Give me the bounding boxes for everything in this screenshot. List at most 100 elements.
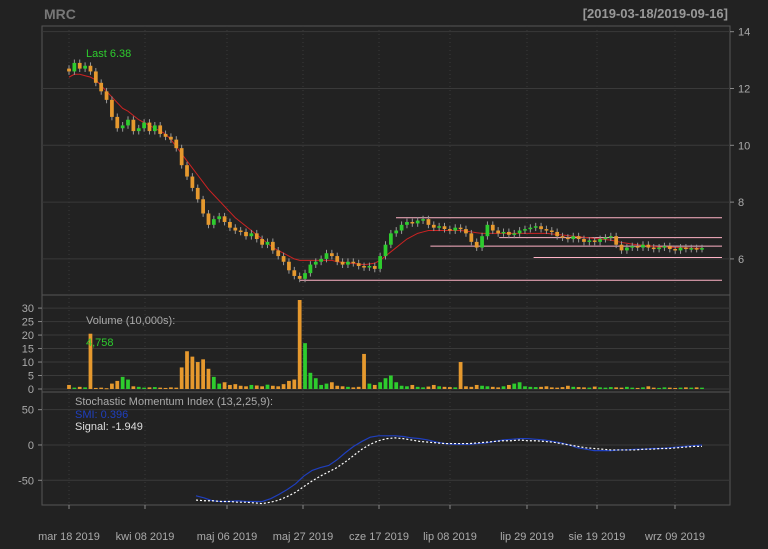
candle-body xyxy=(539,226,543,230)
volume-bar xyxy=(528,386,533,389)
volume-bar xyxy=(641,387,645,389)
candle-body xyxy=(480,236,484,248)
volume-bar xyxy=(136,386,141,389)
candle-body xyxy=(442,226,447,230)
candle-body xyxy=(485,224,490,237)
volume-bar xyxy=(507,384,511,389)
volume-bar xyxy=(512,383,517,389)
candle-body xyxy=(533,226,538,228)
candle-body xyxy=(179,148,184,166)
candle-body xyxy=(265,241,270,245)
volume-bar xyxy=(678,387,683,389)
candle-body xyxy=(201,199,205,214)
volume-bar xyxy=(195,362,200,389)
x-axis-tick: kwi 08 2019 xyxy=(116,531,175,543)
volume-bar xyxy=(619,387,624,389)
candle-body xyxy=(367,266,372,268)
x-axis-tick: maj 27 2019 xyxy=(273,531,334,543)
volume-bar xyxy=(201,359,205,389)
volume-bar xyxy=(233,384,238,389)
volume-bar xyxy=(190,356,195,389)
volume-bar xyxy=(367,383,372,389)
volume-bar xyxy=(635,387,640,389)
volume-bar xyxy=(630,387,635,389)
price-axis-tick: 12 xyxy=(738,83,750,95)
volume-bar xyxy=(560,387,565,389)
candle-body xyxy=(287,261,291,271)
candle-body xyxy=(383,244,388,257)
candle-body xyxy=(549,230,554,233)
candle-body xyxy=(469,233,474,242)
candle-body xyxy=(415,220,420,224)
candle-body xyxy=(249,233,254,237)
volume-bar xyxy=(93,387,98,389)
smi-value-label: SMI: 0.396 xyxy=(75,409,128,421)
volume-bar xyxy=(694,387,699,389)
volume-bar xyxy=(217,383,222,389)
volume-bar xyxy=(388,375,393,389)
volume-bar xyxy=(405,386,409,389)
volume-bar xyxy=(83,387,87,389)
candle-body xyxy=(319,258,324,262)
volume-bar xyxy=(625,386,629,389)
candle-body xyxy=(571,236,576,240)
x-axis-tick: lip 29 2019 xyxy=(500,531,554,543)
candle-body xyxy=(346,261,350,265)
volume-bar xyxy=(254,385,259,389)
candle-body xyxy=(335,256,340,262)
volume-bar xyxy=(104,388,109,390)
volume-bar xyxy=(281,384,286,389)
x-axis-tick: wrz 09 2019 xyxy=(644,531,705,543)
volume-bar xyxy=(533,387,538,389)
candle-body xyxy=(560,236,565,238)
candle-body xyxy=(244,231,248,237)
volume-bar xyxy=(571,386,576,389)
candle-body xyxy=(646,244,651,248)
candle-body xyxy=(630,246,635,248)
candle-body xyxy=(426,219,431,225)
candle-body xyxy=(544,229,549,231)
candle-body xyxy=(657,247,661,250)
volume-bar xyxy=(383,378,388,389)
volume-bar xyxy=(437,386,442,389)
volume-bar xyxy=(308,372,313,389)
candle-body xyxy=(684,247,688,250)
volume-bar xyxy=(453,387,458,389)
volume-bar xyxy=(598,387,602,389)
volume-bar xyxy=(260,386,264,389)
volume-bar xyxy=(555,387,560,389)
volume-bar xyxy=(592,386,597,389)
candle-body xyxy=(356,263,361,267)
volume-bar xyxy=(244,386,248,389)
candle-body xyxy=(555,231,560,237)
volume-last-label: 4,758 xyxy=(86,337,114,349)
candle-body xyxy=(152,125,157,132)
candle-body xyxy=(410,221,415,224)
candle-body xyxy=(587,240,592,242)
candle-body xyxy=(378,256,383,269)
candle-body xyxy=(582,239,586,242)
candle-body xyxy=(77,62,82,69)
volume-bar xyxy=(700,387,704,389)
candle-body xyxy=(228,221,232,228)
volume-bar xyxy=(297,300,302,389)
candle-body xyxy=(662,246,667,248)
volume-bar xyxy=(421,387,425,389)
candle-body xyxy=(67,68,71,72)
candle-body xyxy=(340,261,345,265)
candle-body xyxy=(464,229,468,234)
sma-line xyxy=(68,73,702,266)
volume-bar xyxy=(539,386,543,389)
volume-bar xyxy=(142,387,146,389)
candle-body xyxy=(190,176,195,188)
candle-body xyxy=(93,71,98,83)
price-axis-tick: 6 xyxy=(738,254,744,266)
candle-body xyxy=(110,99,114,117)
candle-body xyxy=(211,219,216,225)
candle-body xyxy=(405,221,409,225)
candle-body xyxy=(238,230,243,233)
candle-body xyxy=(99,82,104,92)
candle-body xyxy=(598,239,602,242)
volume-bar xyxy=(287,380,291,389)
candle-body xyxy=(174,139,179,149)
